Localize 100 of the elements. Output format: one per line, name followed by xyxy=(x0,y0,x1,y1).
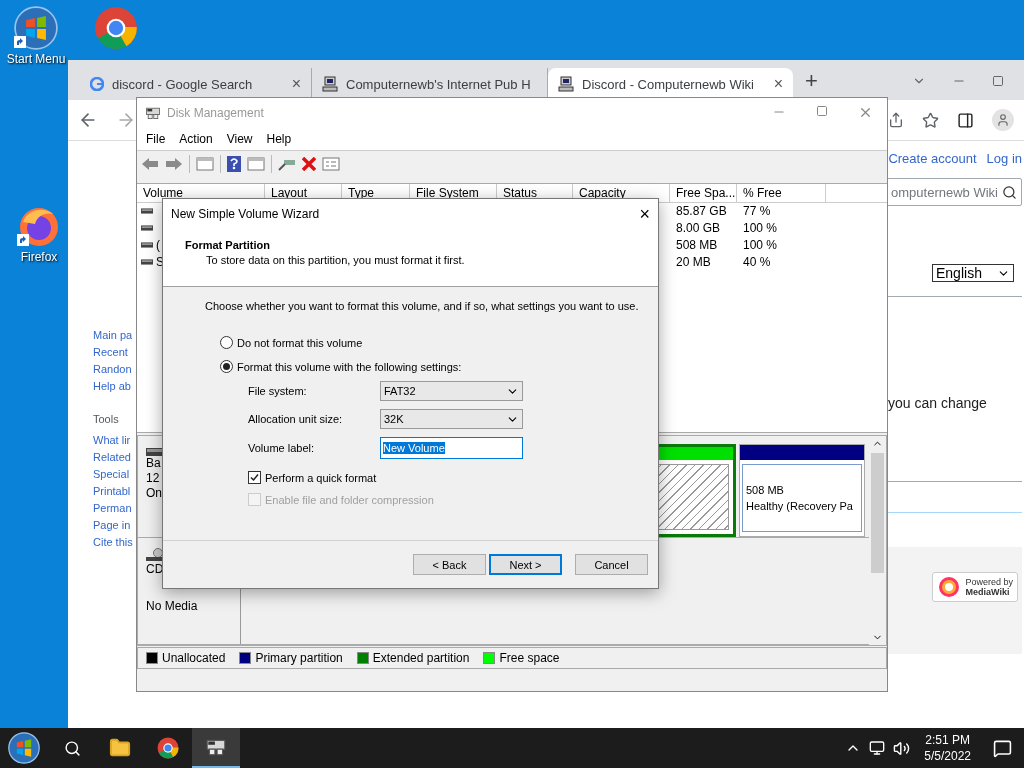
flower-logo-icon xyxy=(937,575,962,599)
sidebar-link[interactable]: Perman xyxy=(93,502,132,514)
bookmark-icon[interactable] xyxy=(922,111,939,129)
desktop-icon-label[interactable]: Start Menu xyxy=(6,52,66,66)
disk-label: 12 xyxy=(146,471,160,487)
maximize-icon[interactable] xyxy=(816,105,828,118)
forward-arrow-icon[interactable] xyxy=(165,156,183,171)
clock[interactable]: 2:51 PM 5/5/2022 xyxy=(924,732,971,764)
sidebar-link[interactable]: Cite this xyxy=(93,536,133,548)
shortcut-arrow-icon xyxy=(17,234,29,246)
dialog-title: New Simple Volume Wizard xyxy=(171,207,320,221)
new-tab-button[interactable]: + xyxy=(805,68,818,94)
side-panel-icon[interactable] xyxy=(957,111,974,129)
menu-item[interactable]: File xyxy=(146,131,166,146)
sidebar-link[interactable]: Related xyxy=(93,451,131,463)
checkbox[interactable] xyxy=(248,471,261,484)
disk-label: On xyxy=(146,486,162,502)
radio-label[interactable]: Do not format this volume xyxy=(237,336,363,349)
field-label: Allocation unit size: xyxy=(248,413,344,425)
legend-label: Primary partition xyxy=(255,651,343,666)
drive-icon xyxy=(141,259,153,266)
shortcut-arrow-icon xyxy=(14,36,26,48)
account-link[interactable]: Log in xyxy=(986,151,1022,166)
radio-label[interactable]: Format this volume with the following settings: xyxy=(237,360,462,373)
sidebar-link[interactable]: Recent xyxy=(93,346,128,358)
legend-label: Unallocated xyxy=(162,651,226,666)
taskbar-app[interactable] xyxy=(192,728,240,768)
sidebar-link[interactable]: Help ab xyxy=(93,380,131,392)
search-icon[interactable] xyxy=(1002,184,1017,200)
table-cell: ( xyxy=(156,238,160,253)
sidebar-link[interactable]: Main pa xyxy=(93,329,133,341)
table-cell: 85.87 GB xyxy=(676,204,727,219)
badge-text: MediaWiki xyxy=(965,587,1011,597)
field-label: File system: xyxy=(248,385,308,397)
window-title: Disk Management xyxy=(167,105,264,120)
search-icon xyxy=(63,739,81,757)
tab-close-button[interactable]: × xyxy=(291,75,301,93)
drive-icon xyxy=(141,242,153,249)
chrome-icon xyxy=(94,6,138,50)
partition-size: 508 MB xyxy=(746,483,785,499)
disk-media: No Media xyxy=(146,599,198,615)
legend-label: Free space xyxy=(499,651,560,666)
radio-button[interactable] xyxy=(220,360,233,373)
dialog-button[interactable]: < Back xyxy=(413,554,486,575)
notification-icon[interactable] xyxy=(993,738,1012,758)
share-icon[interactable] xyxy=(888,112,904,128)
table-cell: 100 % xyxy=(743,238,778,253)
delete-icon[interactable] xyxy=(302,156,316,171)
volume-icon[interactable] xyxy=(893,739,911,757)
folder-icon xyxy=(109,737,131,759)
maximize-icon[interactable] xyxy=(992,75,1004,87)
radio-button[interactable] xyxy=(220,336,233,349)
windows-logo-icon xyxy=(14,6,58,50)
drive-icon xyxy=(141,225,153,232)
language-select[interactable]: English xyxy=(932,264,1014,282)
network-icon[interactable] xyxy=(869,740,886,756)
menu-item[interactable]: Action xyxy=(179,131,213,146)
chrome-icon xyxy=(157,737,179,759)
sidebar-link[interactable]: Special xyxy=(93,468,130,480)
sidebar-link[interactable]: What lir xyxy=(93,434,131,446)
dropdown-field[interactable]: 32K xyxy=(380,409,523,429)
menu-item[interactable]: View xyxy=(226,131,253,146)
column-header[interactable]: % Free xyxy=(737,183,826,202)
field-label: Volume label: xyxy=(248,442,316,454)
windows-logo-icon xyxy=(8,732,40,764)
computer-icon xyxy=(558,76,574,92)
table-cell: 20 MB xyxy=(676,255,711,270)
drive-icon xyxy=(141,208,153,215)
dialog-button[interactable]: Cancel xyxy=(575,554,648,575)
page-heading: Format Partition xyxy=(185,239,271,251)
back-arrow-icon[interactable] xyxy=(141,156,159,171)
table-cell: 508 MB xyxy=(676,238,718,253)
table-cell: 40 % xyxy=(743,255,771,270)
table-cell: 100 % xyxy=(743,221,778,236)
mediawiki-badge[interactable]: Powered by MediaWiki xyxy=(932,572,1018,602)
instruction-text: Choose whether you want to format this volume, and if so, what settings you want to use. xyxy=(205,300,640,312)
column-header[interactable]: Free Spa... xyxy=(670,183,737,202)
partition-status: Healthy (Recovery Pa xyxy=(746,499,854,515)
browser-tab[interactable]: Discord - Computernewb Wiki × xyxy=(548,68,793,100)
help-icon[interactable] xyxy=(227,155,241,172)
sidebar-heading: Tools xyxy=(93,413,119,425)
dialog-button[interactable]: Next > xyxy=(489,554,562,575)
legend-label: Extended partition xyxy=(372,651,470,666)
sidebar-link[interactable]: Page in xyxy=(93,519,131,531)
google-icon xyxy=(90,77,104,91)
tab-close-button[interactable]: × xyxy=(773,75,783,93)
page-subheading: To store data on this partition, you must format it first. xyxy=(205,254,466,266)
body-text: you can change xyxy=(888,395,988,411)
close-button[interactable]: × xyxy=(639,203,650,225)
table-cell: 8.00 GB xyxy=(676,221,721,236)
menu-item[interactable]: Help xyxy=(266,131,292,146)
dropdown-field[interactable]: FAT32 xyxy=(380,381,523,401)
sidebar-link[interactable]: Randon xyxy=(93,363,132,375)
account-link[interactable]: Create account xyxy=(888,151,977,166)
input-field[interactable]: New Volume xyxy=(380,437,523,459)
checkbox-label[interactable]: Perform a quick format xyxy=(265,471,377,484)
recovery-partition[interactable]: 508 MB Healthy (Recovery Pa xyxy=(739,444,865,538)
sidebar-link[interactable]: Printabl xyxy=(93,485,131,497)
desktop-icon-label[interactable]: Firefox xyxy=(20,250,58,264)
profile-icon[interactable] xyxy=(992,109,1014,131)
